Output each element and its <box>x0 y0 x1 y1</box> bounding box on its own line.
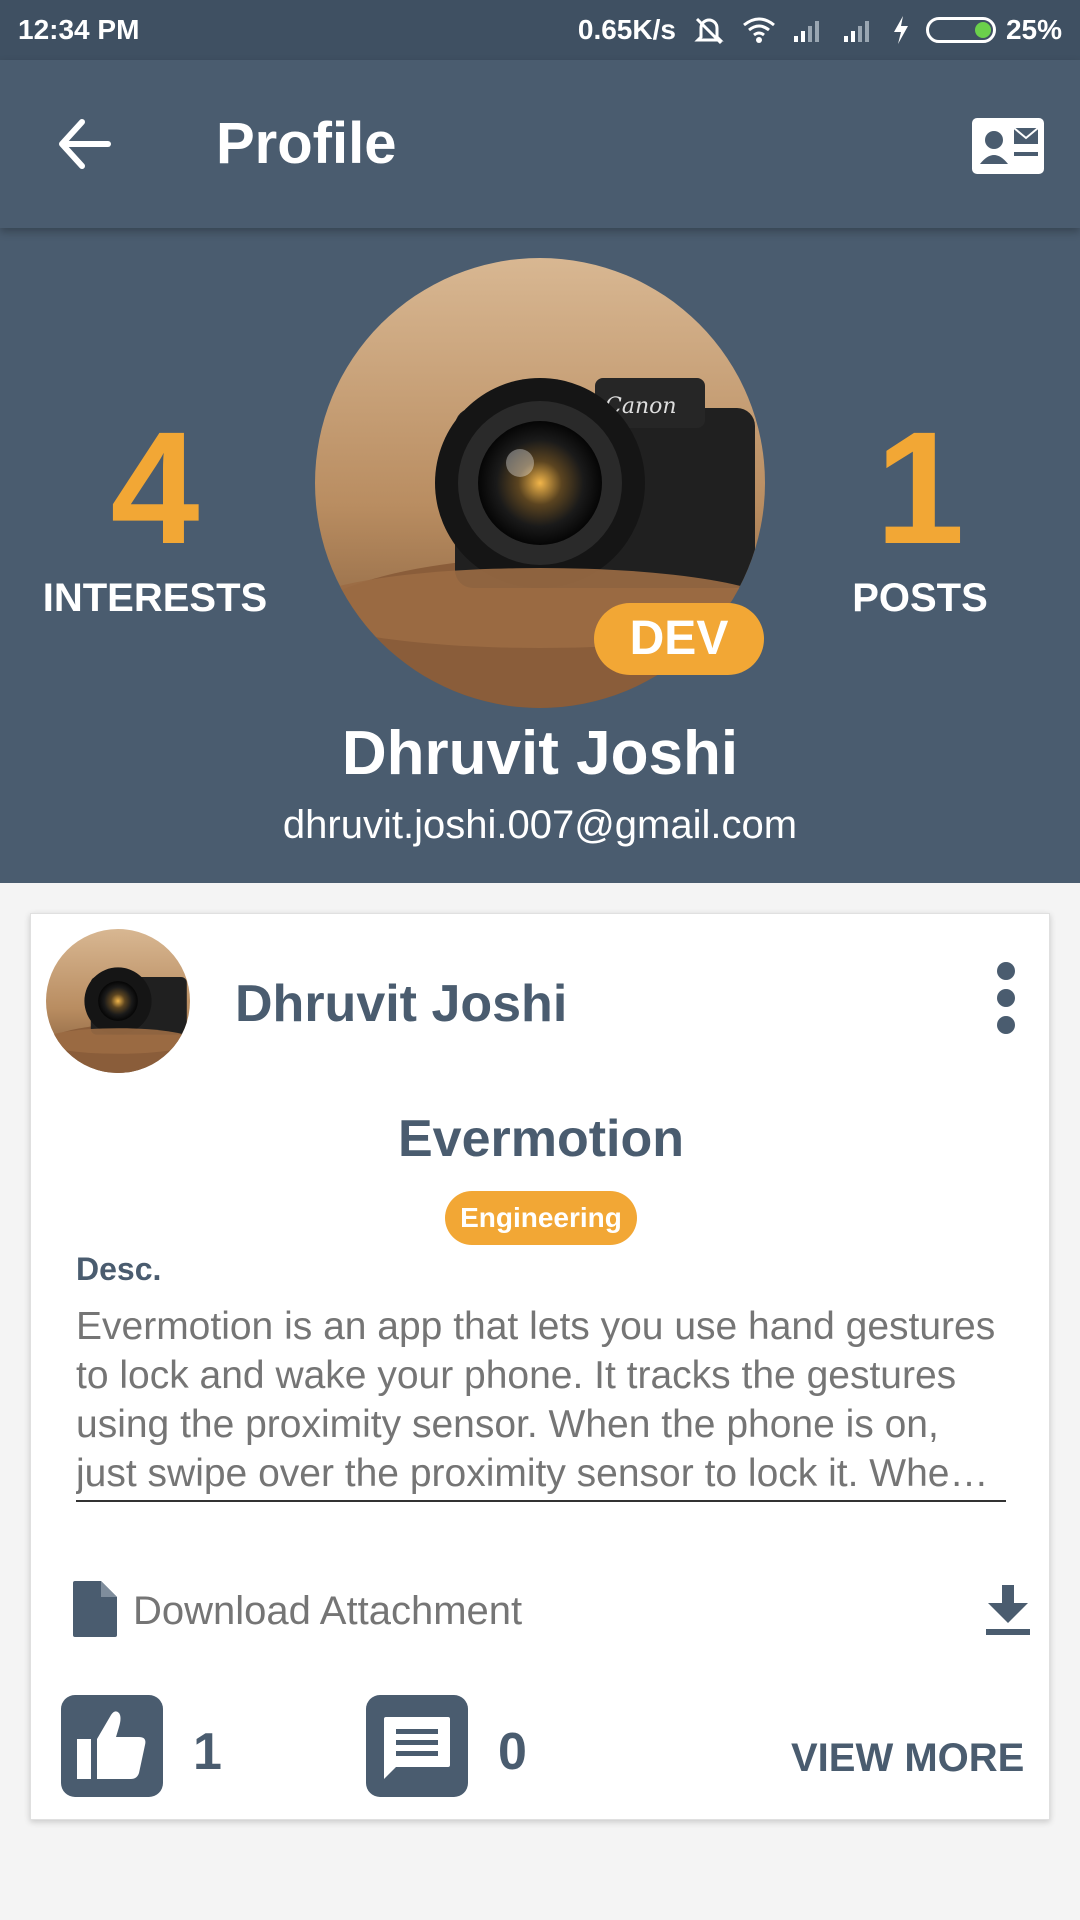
comment-button[interactable] <box>366 1695 468 1797</box>
page-title: Profile <box>216 111 397 176</box>
post-card: Dhruvit Joshi Evermotion Engineering Des… <box>30 913 1050 1820</box>
profile-name: Dhruvit Joshi <box>341 719 739 788</box>
interests-label: INTERESTS <box>42 576 268 620</box>
more-vert-icon <box>997 962 1015 1034</box>
role-badge: DEV <box>594 603 764 675</box>
posts-stat[interactable]: 1 POSTS <box>820 408 1020 621</box>
profile-header: 4 INTERESTS Canon DEV 1 POSTS Dhruvit Jo… <box>0 228 1080 883</box>
signal-icon <box>842 16 876 44</box>
download-attachment-label: Download Attachment <box>133 1589 523 1633</box>
camera-photo <box>46 929 190 1073</box>
thumbs-up-icon <box>77 1711 146 1779</box>
profile-email: dhruvit.joshi.007@gmail.com <box>282 803 798 847</box>
post-description: Evermotion is an app that lets you use h… <box>76 1302 1006 1502</box>
status-time: 12:34 PM <box>18 14 140 45</box>
interests-count: 4 <box>110 398 200 577</box>
post-author[interactable]: Dhruvit Joshi <box>235 974 567 1034</box>
app-bar: Profile <box>0 60 1080 228</box>
wifi-icon <box>742 16 776 44</box>
description-label: Desc. <box>76 1251 162 1287</box>
like-button[interactable] <box>61 1695 163 1797</box>
comment-count: 0 <box>498 1723 527 1781</box>
back-button[interactable] <box>52 112 116 176</box>
arrow-left-icon <box>59 119 111 169</box>
attachment-row[interactable]: Download Attachment <box>71 1579 1031 1649</box>
post-title: Evermotion <box>397 1110 685 1168</box>
download-icon[interactable] <box>984 1583 1032 1637</box>
signal-icon <box>792 16 826 44</box>
like-count: 1 <box>193 1723 222 1781</box>
battery-icon: 25% <box>925 14 1062 46</box>
posts-count: 1 <box>875 398 965 577</box>
author-avatar[interactable] <box>46 929 190 1073</box>
mute-icon <box>692 15 726 45</box>
view-more-button[interactable]: VIEW MORE <box>791 1736 1024 1781</box>
status-bar: 12:34 PM 0.65K/s 25% <box>0 0 1080 60</box>
comment-icon <box>384 1717 450 1779</box>
interests-stat[interactable]: 4 INTERESTS <box>30 408 280 621</box>
contact-card-icon <box>972 118 1044 174</box>
battery-level: 25% <box>1005 14 1062 45</box>
contact-button[interactable] <box>970 116 1046 176</box>
charging-icon <box>892 15 910 45</box>
file-icon <box>73 1581 117 1637</box>
posts-label: POSTS <box>852 576 988 620</box>
network-speed: 0.65K/s <box>577 14 676 45</box>
more-options-button[interactable] <box>993 958 1019 1038</box>
category-tag: Engineering <box>445 1191 637 1245</box>
